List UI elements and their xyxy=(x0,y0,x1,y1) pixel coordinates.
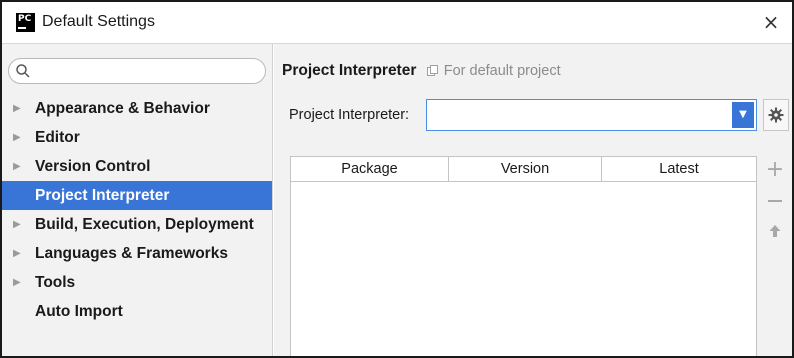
page-title: Project Interpreter xyxy=(282,62,417,79)
settings-content: Project Interpreter For default project … xyxy=(274,44,792,356)
sidebar-item-languages-frameworks[interactable]: ▶ Languages & Frameworks xyxy=(2,239,272,268)
triangle-right-icon: ▶ xyxy=(13,161,21,172)
triangle-right-icon: ▶ xyxy=(13,132,21,143)
sidebar-item-label: Editor xyxy=(35,129,80,146)
sidebar-item-label: Tools xyxy=(35,274,76,291)
close-button[interactable]: × xyxy=(756,8,786,36)
close-icon: × xyxy=(762,10,780,34)
package-toolbar: + xyxy=(762,156,788,256)
upgrade-package-button[interactable] xyxy=(762,218,788,244)
triangle-right-icon: ▶ xyxy=(13,277,21,288)
sidebar-item-label: Build, Execution, Deployment xyxy=(35,216,254,233)
app-icon-text: PC xyxy=(18,14,32,24)
remove-package-button[interactable] xyxy=(762,188,788,214)
sidebar-item-project-interpreter[interactable]: Project Interpreter xyxy=(2,181,272,210)
window-title: Default Settings xyxy=(42,13,155,30)
interpreter-label: Project Interpreter: xyxy=(289,107,410,123)
sidebar-item-label: Version Control xyxy=(35,158,151,175)
triangle-right-icon: ▶ xyxy=(13,248,21,259)
plus-icon: + xyxy=(765,157,785,182)
sidebar-item-label: Project Interpreter xyxy=(35,187,170,204)
column-header-latest[interactable]: Latest xyxy=(602,157,756,182)
triangle-right-icon: ▶ xyxy=(13,219,21,230)
triangle-right-icon: ▶ xyxy=(13,103,21,114)
settings-sidebar: ▶ Appearance & Behavior ▶ Editor ▶ Versi… xyxy=(2,44,273,356)
packages-table: Package Version Latest xyxy=(290,156,757,356)
minus-icon xyxy=(768,200,782,202)
settings-tree: ▶ Appearance & Behavior ▶ Editor ▶ Versi… xyxy=(2,94,272,326)
column-header-package[interactable]: Package xyxy=(291,157,449,182)
sidebar-item-appearance-behavior[interactable]: ▶ Appearance & Behavior xyxy=(2,94,272,123)
table-header: Package Version Latest xyxy=(291,157,756,182)
interpreter-select[interactable]: ▼ xyxy=(426,99,757,131)
search-icon xyxy=(16,64,30,78)
interpreter-dropdown-button[interactable]: ▼ xyxy=(732,102,754,128)
sidebar-item-auto-import[interactable]: Auto Import xyxy=(2,297,272,326)
sidebar-item-editor[interactable]: ▶ Editor xyxy=(2,123,272,152)
interpreter-settings-button[interactable] xyxy=(763,99,789,131)
sidebar-item-tools[interactable]: ▶ Tools xyxy=(2,268,272,297)
pycharm-logo-icon: PC xyxy=(16,13,35,32)
chevron-down-icon: ▼ xyxy=(739,109,747,120)
search-input[interactable] xyxy=(33,61,259,81)
sidebar-item-label: Languages & Frameworks xyxy=(35,245,228,262)
column-header-version[interactable]: Version xyxy=(449,157,602,182)
copy-icon xyxy=(426,65,438,76)
sidebar-item-version-control[interactable]: ▶ Version Control xyxy=(2,152,272,181)
add-package-button[interactable]: + xyxy=(762,158,788,184)
page-subtitle: For default project xyxy=(443,63,561,79)
search-box[interactable] xyxy=(8,58,266,84)
arrow-up-icon xyxy=(769,225,781,237)
title-bar: PC Default Settings × xyxy=(2,2,792,44)
page-header: Project Interpreter For default project xyxy=(282,62,561,80)
sidebar-item-label: Auto Import xyxy=(35,303,123,320)
sidebar-item-build-execution-deployment[interactable]: ▶ Build, Execution, Deployment xyxy=(2,210,272,239)
sidebar-item-label: Appearance & Behavior xyxy=(35,100,210,117)
gear-icon xyxy=(768,107,784,123)
settings-window: PC Default Settings × ▶ Appearance & Beh… xyxy=(0,0,794,358)
